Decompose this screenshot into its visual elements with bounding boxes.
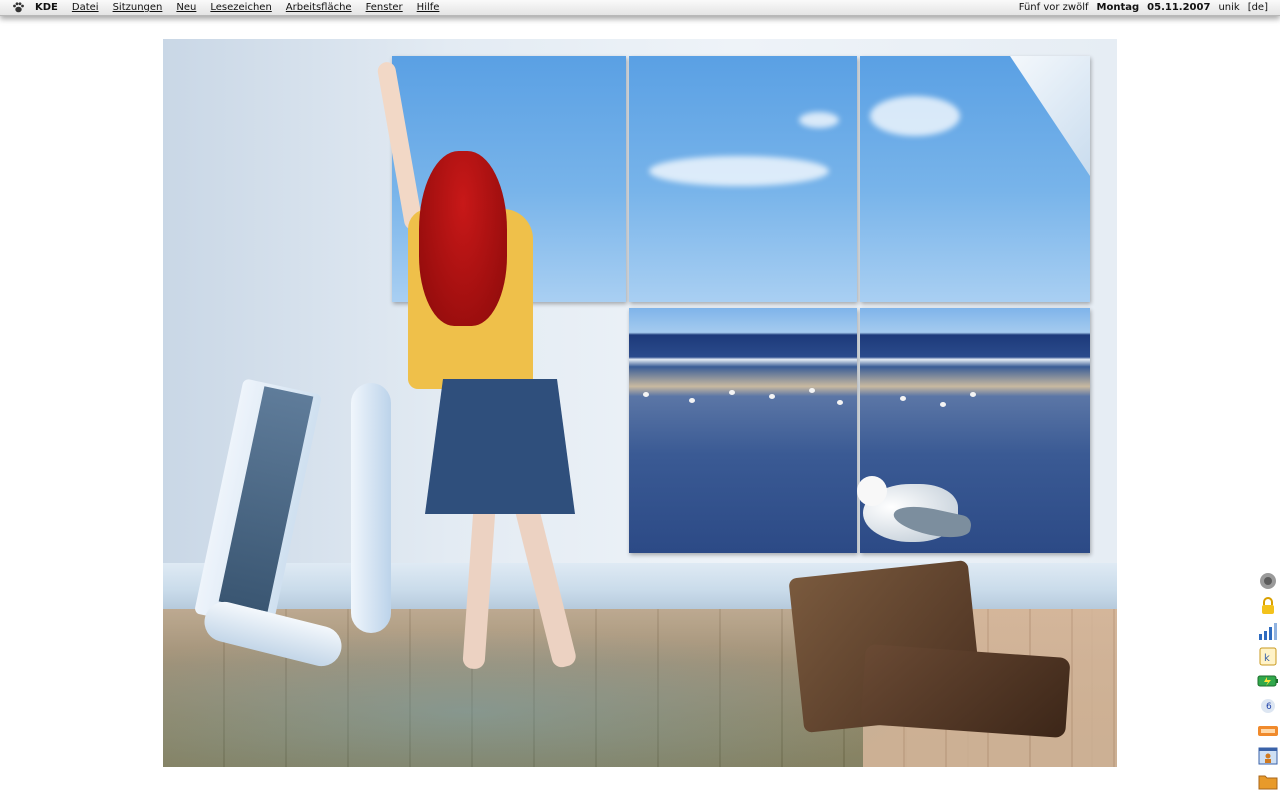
menu-hilfe[interactable]: Hilfe (410, 0, 447, 16)
menu-list: KDE Datei Sitzungen Neu Lesezeichen Arbe… (31, 0, 446, 16)
user-label[interactable]: unik (1214, 2, 1243, 13)
weekday-label[interactable]: Montag (1093, 2, 1144, 13)
signal-bars-icon[interactable] (1257, 620, 1279, 642)
menu-sitzungen[interactable]: Sitzungen (106, 0, 170, 16)
folder-icon[interactable] (1257, 770, 1279, 792)
peeling-corner (1010, 56, 1090, 176)
girl-hair (419, 151, 507, 326)
system-tray: k 6 (1256, 570, 1280, 795)
sky-panel-2 (629, 56, 857, 302)
kde-paw-icon[interactable] (11, 1, 25, 15)
menu-fenster[interactable]: Fenster (359, 0, 410, 16)
girl-skirt (425, 379, 575, 514)
menu-neu[interactable]: Neu (169, 0, 203, 16)
battery-icon[interactable] (1257, 670, 1279, 692)
keyboard-layout-indicator[interactable]: [de] (1244, 2, 1272, 13)
suitcase-small (860, 643, 1071, 739)
sky-panel-3 (860, 56, 1090, 302)
wall-baseboard (163, 563, 1117, 609)
lock-icon[interactable] (1257, 595, 1279, 617)
menu-lesezeichen[interactable]: Lesezeichen (203, 0, 278, 16)
rss-icon[interactable] (1257, 720, 1279, 742)
kde-menubar: KDE Datei Sitzungen Neu Lesezeichen Arbe… (0, 0, 1280, 16)
seagull-head (857, 476, 887, 506)
fuzzy-clock[interactable]: Fünf vor zwölf (1015, 2, 1093, 13)
date-label[interactable]: 05.11.2007 (1143, 2, 1214, 13)
svg-text:k: k (1264, 653, 1270, 664)
menubar-status: Fünf vor zwölf Montag 05.11.2007 unik [d… (1015, 2, 1280, 13)
menu-arbeitsflaeche[interactable]: Arbeitsfläche (279, 0, 359, 16)
sea-panel-1 (629, 308, 857, 553)
kget-icon[interactable]: k (1257, 645, 1279, 667)
menu-datei[interactable]: Datei (65, 0, 106, 16)
user-window-icon[interactable] (1257, 745, 1279, 767)
desktop-wallpaper (163, 39, 1117, 767)
speaker-icon[interactable] (1257, 570, 1279, 592)
svg-text:6: 6 (1266, 702, 1272, 712)
paper-roll-2 (351, 383, 391, 633)
menu-kde[interactable]: KDE (31, 0, 65, 16)
notes-icon[interactable]: 6 (1257, 695, 1279, 717)
